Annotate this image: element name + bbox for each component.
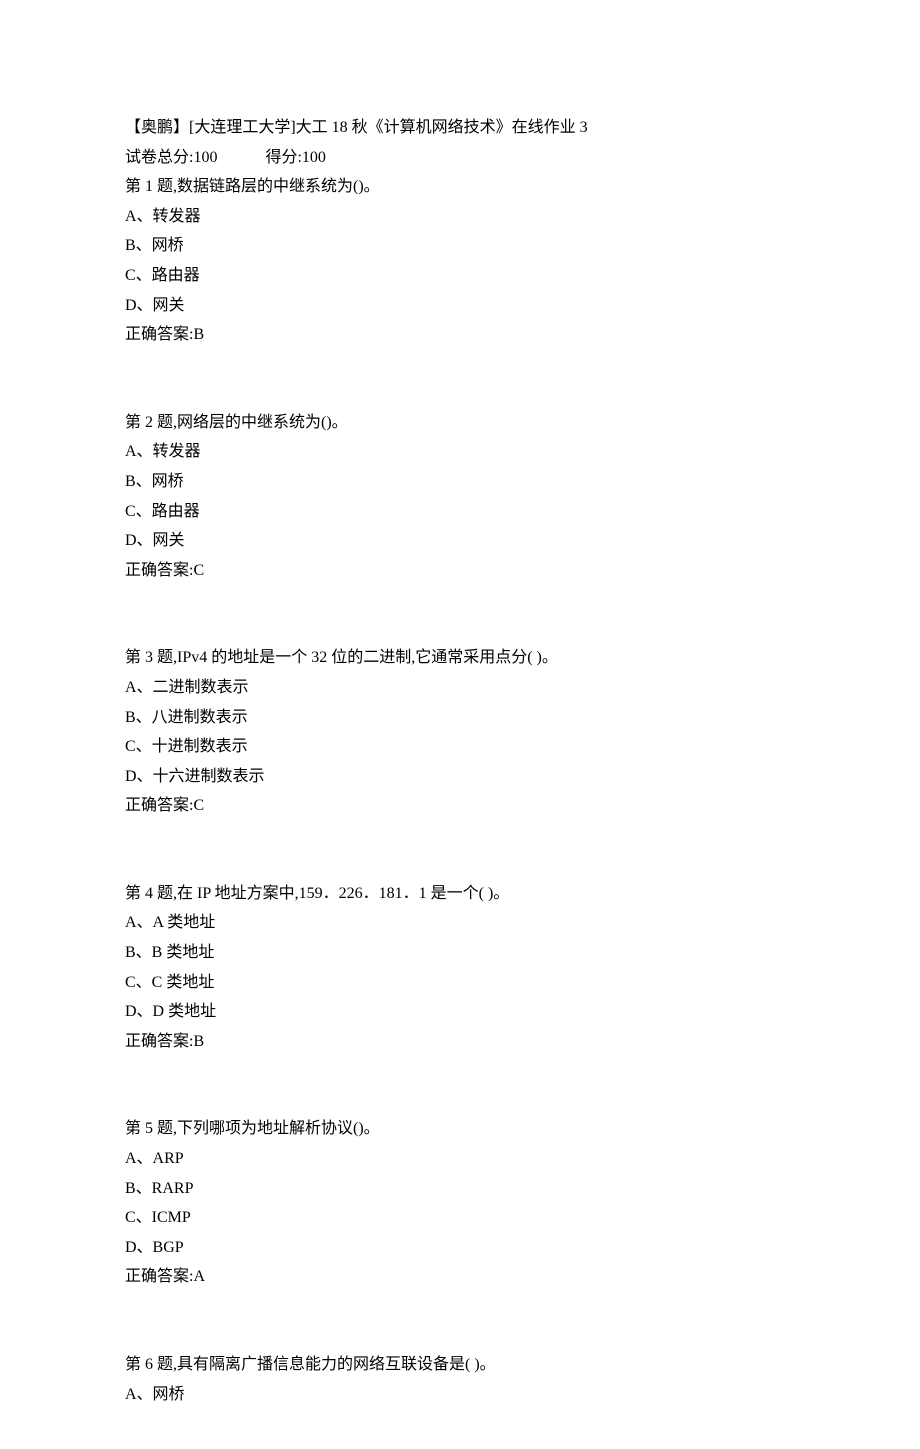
- question-block: 第 3 题,IPv4 的地址是一个 32 位的二进制,它通常采用点分( )。A、…: [125, 643, 795, 821]
- question-option: B、RARP: [125, 1174, 795, 1204]
- question-option: A、A 类地址: [125, 908, 795, 938]
- header-block: 【奥鹏】[大连理工大学]大工 18 秋《计算机网络技术》在线作业 3试卷总分:1…: [125, 113, 795, 350]
- question-option: D、网关: [125, 291, 795, 321]
- question-option: C、路由器: [125, 261, 795, 291]
- question-option: D、网关: [125, 526, 795, 556]
- question-stem: 第 5 题,下列哪项为地址解析协议()。: [125, 1114, 795, 1144]
- question-option: C、ICMP: [125, 1203, 795, 1233]
- question-option: B、B 类地址: [125, 938, 795, 968]
- question-stem: 第 2 题,网络层的中继系统为()。: [125, 408, 795, 438]
- question-answer: 正确答案:B: [125, 1027, 795, 1057]
- score-line: 试卷总分:100 得分:100: [125, 143, 795, 173]
- score-gap: [217, 143, 265, 173]
- question-option: C、十进制数表示: [125, 732, 795, 762]
- question-block: 第 5 题,下列哪项为地址解析协议()。A、ARPB、RARPC、ICMPD、B…: [125, 1114, 795, 1292]
- question-stem: 第 4 题,在 IP 地址方案中,159．226．181．1 是一个( )。: [125, 879, 795, 909]
- question-block: 第 4 题,在 IP 地址方案中,159．226．181．1 是一个( )。A、…: [125, 879, 795, 1057]
- question-block: 第 6 题,具有隔离广播信息能力的网络互联设备是( )。A、网桥: [125, 1350, 795, 1409]
- question-option: A、二进制数表示: [125, 673, 795, 703]
- question-option: D、D 类地址: [125, 997, 795, 1027]
- question-stem: 第 3 题,IPv4 的地址是一个 32 位的二进制,它通常采用点分( )。: [125, 643, 795, 673]
- question-option: A、转发器: [125, 202, 795, 232]
- question-block: 第 2 题,网络层的中继系统为()。A、转发器B、网桥C、路由器D、网关正确答案…: [125, 408, 795, 586]
- question-option: B、八进制数表示: [125, 703, 795, 733]
- question-option: C、路由器: [125, 497, 795, 527]
- question-option: B、网桥: [125, 467, 795, 497]
- question-option: D、BGP: [125, 1233, 795, 1263]
- document-title: 【奥鹏】[大连理工大学]大工 18 秋《计算机网络技术》在线作业 3: [125, 113, 795, 143]
- obtained-score-label: 得分:100: [265, 143, 325, 173]
- question-answer: 正确答案:B: [125, 320, 795, 350]
- question-option: B、网桥: [125, 231, 795, 261]
- question-answer: 正确答案:C: [125, 556, 795, 586]
- question-answer: 正确答案:A: [125, 1262, 795, 1292]
- question-stem: 第 1 题,数据链路层的中继系统为()。: [125, 172, 795, 202]
- question-option: A、转发器: [125, 437, 795, 467]
- question-option: A、ARP: [125, 1144, 795, 1174]
- question-option: D、十六进制数表示: [125, 762, 795, 792]
- question-answer: 正确答案:C: [125, 791, 795, 821]
- total-score-label: 试卷总分:100: [125, 143, 217, 173]
- question-stem: 第 6 题,具有隔离广播信息能力的网络互联设备是( )。: [125, 1350, 795, 1380]
- question-option: C、C 类地址: [125, 968, 795, 998]
- question-option: A、网桥: [125, 1380, 795, 1410]
